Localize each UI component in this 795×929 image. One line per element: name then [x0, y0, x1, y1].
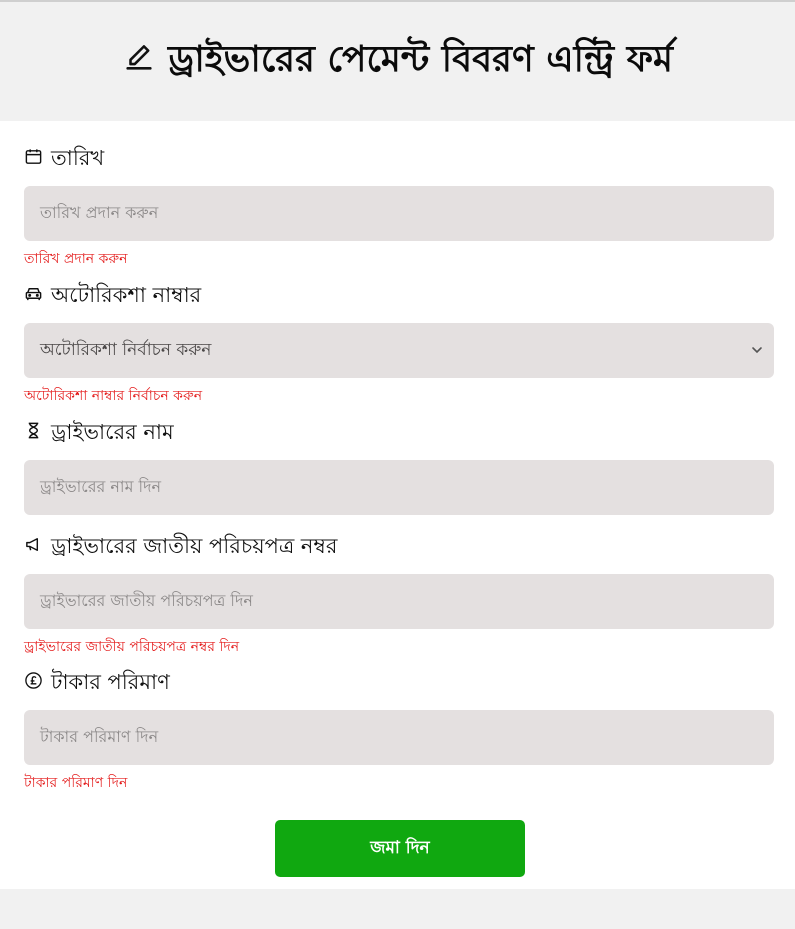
form-card: তারিখ তারিখ প্রদান করুন তারিখ প্রদান করু… [0, 121, 795, 889]
driver-nid-label: ড্রাইভারের জাতীয় পরিচয়পত্র নম্বর [24, 533, 774, 561]
driver-nid-input[interactable]: ড্রাইভারের জাতীয় পরিচয়পত্র দিন [24, 574, 774, 629]
amount-field: টাকার পরিমাণ টাকার পরিমাণ দিন টাকার পরিম… [24, 669, 774, 795]
driver-nid-placeholder: ড্রাইভারের জাতীয় পরিচয়পত্র দিন [40, 591, 253, 610]
driver-nid-field: ড্রাইভারের জাতীয় পরিচয়পত্র নম্বর ড্রাই… [24, 533, 774, 659]
megaphone-icon [24, 535, 43, 559]
pound-coin-icon [24, 671, 43, 695]
page-header: ড্রাইভারের পেমেন্ট বিবরণ এন্ট্রি ফর্ম [0, 2, 795, 121]
amount-input[interactable]: টাকার পরিমাণ দিন [24, 710, 774, 765]
date-label: তারিখ [24, 145, 774, 173]
calendar-icon [24, 147, 43, 171]
amount-error: টাকার পরিমাণ দিন [24, 775, 128, 791]
date-field: তারিখ তারিখ প্রদান করুন তারিখ প্রদান করু… [24, 145, 774, 271]
autorickshaw-error: অটোরিকশা নাম্বার নির্বাচন করুন [24, 388, 203, 404]
date-input[interactable]: তারিখ প্রদান করুন [24, 186, 774, 241]
amount-placeholder: টাকার পরিমাণ দিন [40, 727, 159, 746]
autorickshaw-selected-value: অটোরিকশা নির্বাচন করুন [40, 339, 212, 360]
pencil-icon [122, 40, 156, 83]
driver-nid-error: ড্রাইভারের জাতীয় পরিচয়পত্র নম্বর দিন [24, 639, 240, 655]
chevron-down-icon [750, 342, 764, 356]
autorickshaw-label: অটোরিকশা নাম্বার [24, 282, 774, 310]
car-icon [24, 284, 43, 308]
amount-label: টাকার পরিমাণ [24, 669, 774, 697]
driver-name-label: ড্রাইভারের নাম [24, 419, 774, 447]
submit-button[interactable]: জমা দিন [275, 820, 525, 877]
page-title-text: ড্রাইভারের পেমেন্ট বিবরণ এন্ট্রি ফর্ম [167, 38, 674, 80]
date-placeholder: তারিখ প্রদান করুন [40, 203, 159, 222]
autorickshaw-field: অটোরিকশা নাম্বার অটোরিকশা নির্বাচন করুন … [24, 282, 774, 408]
hourglass-icon [24, 421, 43, 445]
page-title: ড্রাইভারের পেমেন্ট বিবরণ এন্ট্রি ফর্ম [122, 32, 673, 92]
driver-name-input[interactable]: ড্রাইভারের নাম দিন [24, 460, 774, 515]
driver-name-field: ড্রাইভারের নাম ড্রাইভারের নাম দিন [24, 419, 774, 515]
driver-name-placeholder: ড্রাইভারের নাম দিন [40, 477, 162, 496]
autorickshaw-select[interactable]: অটোরিকশা নির্বাচন করুন [24, 323, 774, 378]
date-error: তারিখ প্রদান করুন [24, 251, 128, 267]
